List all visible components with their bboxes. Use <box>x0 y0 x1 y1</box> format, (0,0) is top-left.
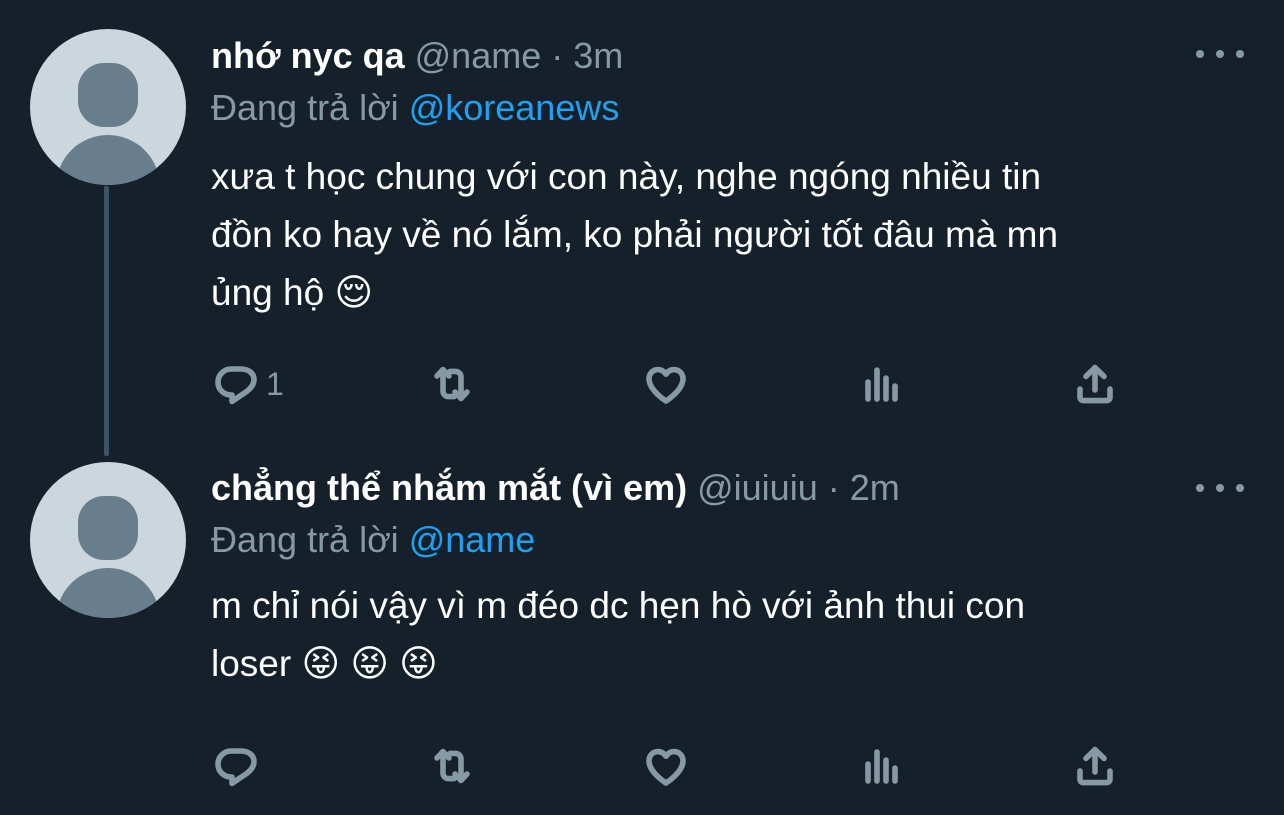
timestamp[interactable]: 2m <box>850 467 900 508</box>
default-avatar-head <box>78 496 138 560</box>
tweet-header: nhớ nyc qa @name · 3m <box>211 34 623 78</box>
display-name[interactable]: nhớ nyc qa <box>211 35 405 76</box>
default-avatar-body <box>56 568 160 618</box>
reply-target-link[interactable]: @koreanews <box>409 87 620 128</box>
user-handle[interactable]: @iuiuiu <box>697 467 818 508</box>
replying-to: Đang trả lời @name <box>211 518 535 562</box>
action-bar <box>0 738 1284 794</box>
share-button[interactable] <box>1071 356 1119 412</box>
reply-icon <box>215 748 257 787</box>
analytics-icon <box>865 749 898 784</box>
more-options-button[interactable] <box>1196 44 1244 64</box>
share-icon <box>1077 746 1113 786</box>
tweet[interactable]: nhớ nyc qa @name · 3m Đang trả lời @kore… <box>0 0 1284 432</box>
replying-to-label: Đang trả lời <box>211 519 399 560</box>
retweet-icon <box>434 366 470 402</box>
reply-icon <box>215 366 257 405</box>
replying-to: Đang trả lời @koreanews <box>211 86 619 130</box>
tweet-text: m chỉ nói vậy vì m đéo dc hẹn hò với ảnh… <box>211 585 1026 684</box>
replying-to-label: Đang trả lời <box>211 87 399 128</box>
thread-connector-line <box>104 186 109 456</box>
reply-count: 1 <box>266 365 284 402</box>
more-icon <box>1196 50 1204 58</box>
more-icon <box>1196 484 1204 492</box>
reply-target-link[interactable]: @name <box>409 519 536 560</box>
separator-dot: · <box>551 35 564 76</box>
retweet-icon <box>434 748 470 784</box>
share-button[interactable] <box>1071 738 1119 794</box>
user-handle[interactable]: @name <box>415 35 542 76</box>
retweet-button[interactable] <box>428 356 476 412</box>
share-icon <box>1077 364 1113 404</box>
tweet-header: chẳng thể nhắm mắt (vì em) @iuiuiu · 2m <box>211 466 900 510</box>
analytics-button[interactable] <box>857 738 905 794</box>
analytics-icon <box>865 367 898 402</box>
tweet-text: xưa t học chung với con này, nghe ngóng … <box>211 156 1059 313</box>
separator-dot: · <box>827 467 840 508</box>
like-button[interactable] <box>642 738 690 794</box>
reply-button[interactable] <box>212 738 266 794</box>
like-button[interactable] <box>642 356 690 412</box>
analytics-button[interactable] <box>857 356 905 412</box>
action-bar: 1 <box>0 356 1284 412</box>
avatar[interactable] <box>30 462 186 618</box>
retweet-button[interactable] <box>428 738 476 794</box>
default-avatar-body <box>56 135 160 185</box>
timestamp[interactable]: 3m <box>573 35 623 76</box>
like-icon <box>646 748 686 786</box>
reply-button[interactable]: 1 <box>212 356 284 412</box>
display-name[interactable]: chẳng thể nhắm mắt (vì em) <box>211 467 687 508</box>
avatar[interactable] <box>30 29 186 185</box>
tweet[interactable]: chẳng thể nhắm mắt (vì em) @iuiuiu · 2m … <box>0 432 1284 815</box>
default-avatar-head <box>78 63 138 127</box>
like-icon <box>646 366 686 404</box>
more-options-button[interactable] <box>1196 478 1244 498</box>
